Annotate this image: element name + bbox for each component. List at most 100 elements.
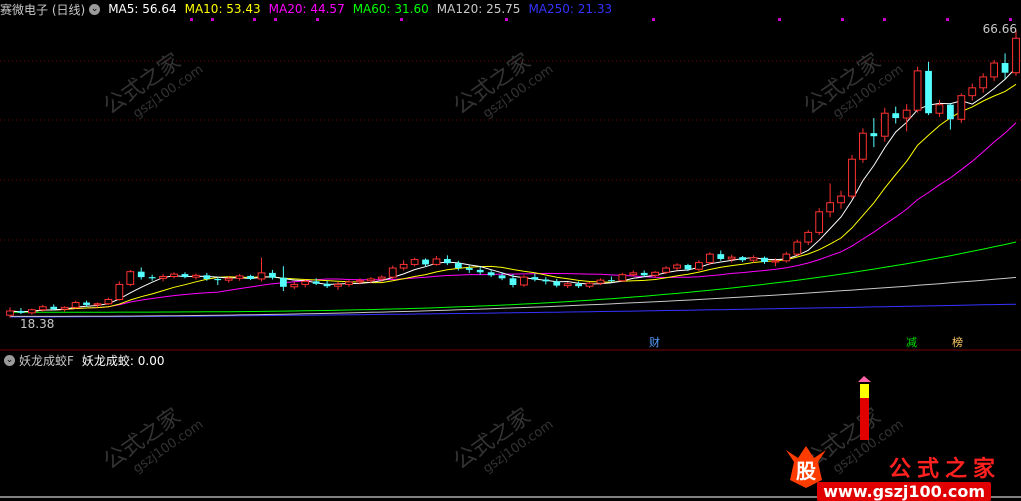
candle-up [104,299,113,305]
site-logo-text: 公式之家 [888,457,1001,482]
candle-up [705,253,714,264]
candle-up [290,283,299,288]
reduce-marker[interactable]: 减 [904,336,919,350]
indicator-value: 妖龙成蛟: 0.00 [81,353,165,368]
candle-up [990,62,999,78]
candle-up [345,281,353,285]
candle-up [410,259,419,265]
candle-up [6,310,14,316]
candle-down [947,104,954,120]
candle-down [444,258,451,264]
candle-down [323,283,331,287]
candle-down [50,306,58,310]
candle-down [509,278,517,285]
candle-up [902,109,911,119]
candle-up [1012,37,1020,74]
candle-down [640,272,648,276]
candle-down [684,265,692,270]
candle-up [880,112,889,137]
candle-up [957,95,966,120]
candle-up [399,263,408,269]
candle-down [717,254,725,259]
candle-up [979,76,988,89]
candle-up [388,267,397,278]
signal-dot [211,18,214,21]
chevron-down-icon[interactable]: ⌄ [4,354,15,366]
price-low-label: 18.38 [20,317,55,331]
candle-down [465,268,473,270]
signal-dot [1009,18,1012,21]
candle-up [793,241,802,255]
candle-up [651,271,660,276]
candle-up [356,280,364,283]
main-legend: 赛微电子 (日线) ⌄ MA5: 56.64 MA10: 53.43 MA20:… [0,0,620,18]
candle-up [826,202,834,213]
candle-down [214,278,222,281]
candle-up [170,273,178,278]
candle-down [312,281,320,284]
candle-up [935,104,944,114]
candle-up [235,275,244,279]
candle-down [925,70,932,114]
indicator-legend: ⌄ 妖龙成蛟F 妖龙成蛟: 0.00 [0,352,164,368]
list-marker[interactable]: 榜 [950,336,965,350]
candle-up [859,132,867,160]
candle-up [804,231,813,243]
ma120-label: MA120: 25.75 [436,2,521,16]
candle-down [17,310,25,313]
signal-dot [316,18,319,21]
candle-down [279,277,287,287]
signal-dot [778,18,781,21]
candle-up [192,274,200,278]
candle-down [454,263,462,269]
candle-down [542,279,550,282]
finance-marker[interactable]: 财 [647,336,662,350]
candle-up [749,257,758,261]
candle-down [487,272,495,276]
candle-up [115,283,124,301]
candle-down [203,275,211,279]
candle-down [137,271,145,278]
candle-up [771,260,780,263]
candle-up [432,258,441,265]
candle-up [126,271,135,285]
ma60-label: MA60: 31.60 [352,2,429,16]
indicator-gem-icon [858,376,871,382]
candle-up [38,306,47,311]
ma5-label: MA5: 56.64 [108,2,177,16]
signal-dot [652,18,655,21]
ma250-line [10,303,1017,318]
candle-up [334,283,342,287]
candle-down [761,257,768,263]
candle-down [476,269,484,273]
candle-up [848,158,856,197]
indicator-title: 妖龙成蛟F [19,353,74,368]
candle-up [366,278,375,282]
signal-dot [841,18,844,21]
svg-text:股: 股 [796,459,816,483]
candle-up [377,276,386,280]
ma250-label: MA250: 21.33 [528,2,613,16]
signal-dot [190,18,193,21]
candle-up [815,211,824,233]
candle-up [673,264,681,269]
signal-dot [946,18,949,21]
candle-down [1001,63,1009,73]
candle-up [520,276,528,286]
chevron-down-icon[interactable]: ⌄ [89,3,101,15]
candle-up [968,87,977,97]
candle-up [782,253,791,262]
candle-down [575,283,582,287]
candle-up [837,195,845,204]
price-high-label: 66.66 [982,22,1017,36]
ma20-label: MA20: 44.57 [268,2,345,16]
kline-chart[interactable]: 公式之家gszj100.com 公式之家gszj100.com 公式之家gszj10… [0,0,1021,501]
signal-dot [505,18,508,21]
candle-up [60,306,69,310]
candle-down [148,277,156,279]
candle-up [585,282,594,287]
watermark-layer: 公式之家gszj100.com 公式之家gszj100.com 公式之家gszj10… [99,49,906,477]
indicator-bar-red [860,398,869,440]
candle-up [695,262,703,270]
candle-down [247,275,254,279]
